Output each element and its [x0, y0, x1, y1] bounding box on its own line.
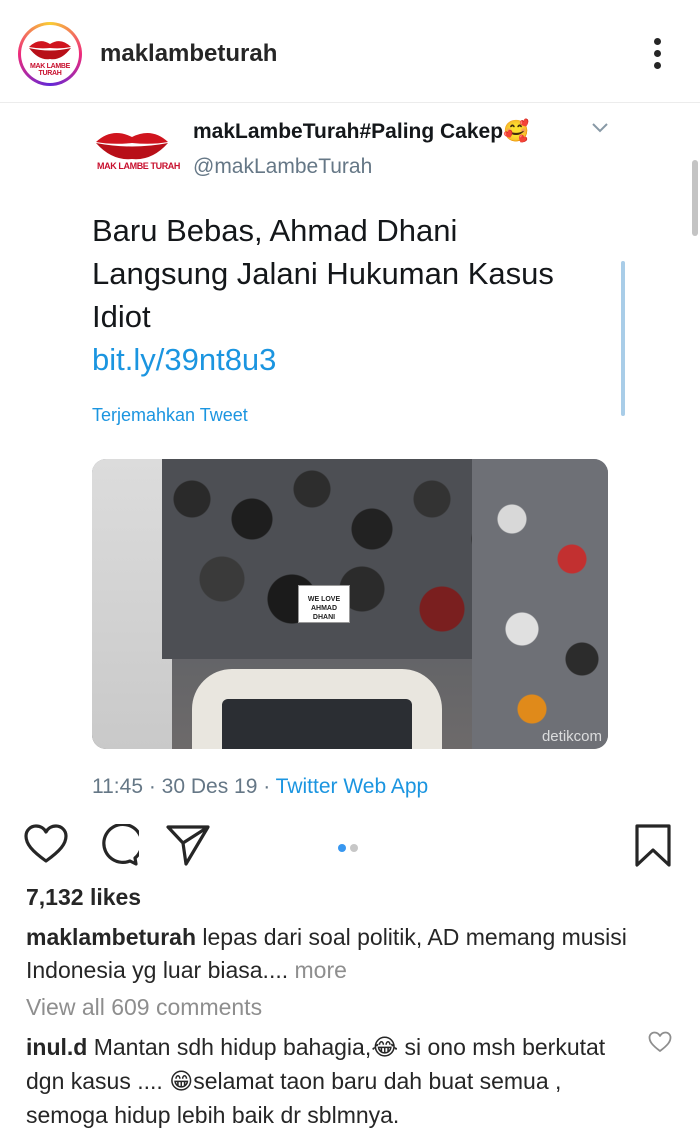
scrollbar[interactable] [692, 160, 698, 236]
tweet-timestamp: 11:45 · 30 Des 19 · [92, 775, 276, 798]
avatar-image: MAK LAMBE TURAH [21, 25, 79, 83]
carousel-indicator [338, 839, 362, 857]
smiling-hearts-emoji: 🥰 [503, 119, 530, 143]
comment-item: inul.d Mantan sdh hidup bahagia,😂 si ono… [26, 1031, 636, 1132]
tweet-text-line: Langsung Jalani Hukuman Kasus [92, 256, 554, 291]
comment-icon[interactable] [97, 824, 139, 866]
tweet-link: bit.ly/39nt8u3 [92, 342, 277, 377]
tweet-avatar: MAK LAMBE TURAH [92, 127, 180, 179]
caption-more-link[interactable]: more [295, 957, 347, 983]
post-username[interactable]: maklambeturah [100, 40, 277, 68]
photo-crowd [162, 459, 522, 659]
chevron-down-icon [592, 123, 608, 133]
likes-count[interactable]: 7,132 likes [26, 884, 141, 911]
photo-truck [192, 669, 442, 749]
carousel-dot [350, 844, 358, 852]
lips-logo-icon [96, 133, 168, 160]
heart-icon[interactable] [24, 824, 68, 864]
tweet-text: Baru Bebas, Ahmad Dhani Langsung Jalani … [92, 209, 622, 381]
avatar-brand-text: MAK LAMBE TURAH [29, 63, 71, 77]
avatar[interactable]: MAK LAMBE TURAH [18, 22, 82, 86]
photo-road [92, 459, 172, 749]
lips-logo-icon [29, 41, 71, 60]
photo-sign: WE LOVE AHMAD DHANI [298, 585, 350, 623]
tweet-source-app: Twitter Web App [275, 775, 429, 798]
carousel-dot-active [338, 844, 346, 852]
tweet-scroll-indicator [621, 261, 625, 416]
laughing-emoji: 😂 [371, 1035, 399, 1061]
comment-text: Mantan sdh hidup bahagia, [93, 1034, 372, 1060]
view-all-comments-link[interactable]: View all 609 comments [26, 994, 262, 1021]
post-caption: maklambeturah lepas dari soal politik, A… [26, 921, 676, 987]
post-header: MAK LAMBE TURAH maklambeturah [0, 0, 700, 103]
translate-tweet-link: Terjemahkan Tweet [92, 405, 248, 425]
action-bar [0, 812, 700, 876]
tweet-display-name: makLambeTurah#Paling Cakep🥰 [193, 119, 529, 144]
photo-watermark: detikcom [541, 728, 602, 745]
tweet-text-line: Idiot [92, 299, 151, 334]
tweet-photo: WE LOVE AHMAD DHANI detikcom [92, 459, 608, 749]
tweet-avatar-brand: MAK LAMBE TURAH [97, 161, 180, 171]
caption-username[interactable]: maklambeturah [26, 924, 196, 950]
grinning-emoji: 😁 [169, 1069, 194, 1095]
tweet-image[interactable]: MAK LAMBE TURAH makLambeTurah#Paling Cak… [0, 103, 700, 809]
share-icon[interactable] [166, 824, 210, 866]
more-options-icon[interactable] [646, 38, 668, 74]
bookmark-icon[interactable] [634, 824, 672, 868]
tweet-meta: 11:45 · 30 Des 19 · Twitter Web App [92, 775, 428, 799]
display-name-text: makLambeTurah#Paling Cakep [193, 120, 504, 143]
tweet-text-line: Baru Bebas, Ahmad Dhani [92, 213, 458, 248]
comment-like-heart-icon[interactable] [648, 1031, 672, 1053]
tweet-handle: @makLambeTurah [193, 155, 373, 178]
photo-motorcycles [472, 459, 608, 749]
comment-username[interactable]: inul.d [26, 1034, 87, 1060]
